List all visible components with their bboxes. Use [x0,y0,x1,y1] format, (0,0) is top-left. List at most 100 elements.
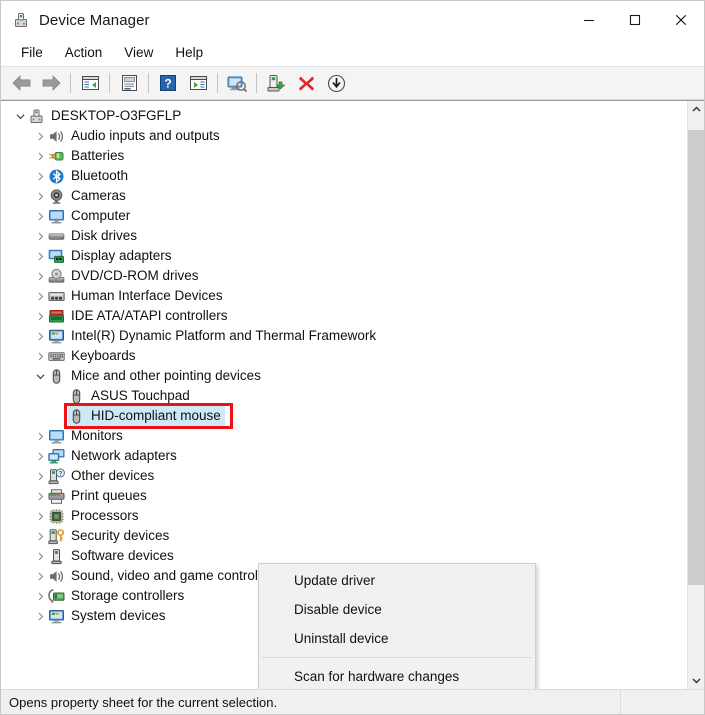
tree-item[interactable]: IDE ATA/ATAPI controllers [1,306,687,326]
chevron-right-icon[interactable] [32,606,48,626]
tree-item[interactable]: Disk drives [1,226,687,246]
tree-item-content[interactable]: Display adapters [48,246,176,266]
context-menu-item-disable-device[interactable]: Disable device [259,595,535,624]
tree-item[interactable]: Cameras [1,186,687,206]
tree-item[interactable]: DVD/CD-ROM drives [1,266,687,286]
context-menu-item-update-driver[interactable]: Update driver [259,566,535,595]
scan-for-hardware-changes-icon[interactable] [222,69,252,97]
properties-icon[interactable] [114,69,144,97]
scrollbar-thumb[interactable] [688,130,704,585]
tree-item-content[interactable]: Sound, video and game controllers [48,566,284,586]
disable-device-icon[interactable] [321,69,351,97]
chevron-right-icon[interactable] [32,266,48,286]
forward-icon[interactable] [36,69,66,97]
tree-item-content[interactable]: Mice and other pointing devices [48,366,265,386]
tree-item-content[interactable]: Monitors [48,426,127,446]
tree-item[interactable]: Intel(R) Dynamic Platform and Thermal Fr… [1,326,687,346]
tree-root-item[interactable]: DESKTOP-O3FGFLP [1,106,687,126]
menu-item-file[interactable]: File [10,41,54,64]
tree-item-content[interactable]: DVD/CD-ROM drives [48,266,203,286]
tree-item-content[interactable]: Human Interface Devices [48,286,227,306]
tree-item[interactable]: Print queues [1,486,687,506]
chevron-right-icon[interactable] [32,226,48,246]
tree-item[interactable]: ASUS Touchpad [1,386,687,406]
chevron-right-icon[interactable] [32,526,48,546]
chevron-right-icon[interactable] [32,306,48,326]
chevron-right-icon[interactable] [32,326,48,346]
tree-item-content[interactable]: Print queues [48,486,151,506]
chevron-right-icon[interactable] [32,146,48,166]
tree-item[interactable]: Display adapters [1,246,687,266]
chevron-up-icon[interactable] [688,101,704,118]
tree-item-content[interactable]: Computer [48,206,134,226]
tree-item-content[interactable]: ? Other devices [48,466,158,486]
tree-item[interactable]: Monitors [1,426,687,446]
chevron-right-icon[interactable] [32,486,48,506]
chevron-right-icon[interactable] [32,446,48,466]
update-driver-icon[interactable] [261,69,291,97]
tree-item-content[interactable]: IDE ATA/ATAPI controllers [48,306,232,326]
chevron-down-icon[interactable] [32,366,48,386]
tree-item[interactable]: Batteries [1,146,687,166]
uninstall-device-icon[interactable] [291,69,321,97]
tree-item[interactable]: Bluetooth [1,166,687,186]
tree-item[interactable]: ? Other devices [1,466,687,486]
maximize-icon[interactable] [612,1,658,39]
tree-item-label: Sound, video and game controllers [71,568,280,583]
tree-item-content[interactable]: Bluetooth [48,166,132,186]
tree-item-content[interactable]: Security devices [48,526,173,546]
tree-item-content[interactable]: Keyboards [48,346,140,366]
menu-item-action[interactable]: Action [54,41,114,64]
chevron-right-icon[interactable] [32,346,48,366]
tree-item-content[interactable]: System devices [48,606,170,626]
close-icon[interactable] [658,1,704,39]
tree-item[interactable]: Human Interface Devices [1,286,687,306]
tree-item[interactable]: Computer [1,206,687,226]
tree-item-content[interactable]: Disk drives [48,226,141,246]
chevron-down-icon[interactable] [12,106,28,126]
tree-item[interactable]: Network adapters [1,446,687,466]
chevron-right-icon[interactable] [32,546,48,566]
tree-item[interactable]: Mice and other pointing devices [1,366,687,386]
menu-item-help[interactable]: Help [164,41,214,64]
chevron-right-icon[interactable] [32,126,48,146]
minimize-icon[interactable] [566,1,612,39]
chevron-right-icon[interactable] [32,186,48,206]
tree-item-content[interactable]: Audio inputs and outputs [48,126,224,146]
tree-item-content[interactable]: Batteries [48,146,128,166]
tree-item-content[interactable]: Storage controllers [48,586,188,606]
chevron-right-icon[interactable] [32,426,48,446]
tree-item[interactable]: Audio inputs and outputs [1,126,687,146]
chevron-right-icon[interactable] [32,566,48,586]
tree-item[interactable]: Security devices [1,526,687,546]
menu-item-view[interactable]: View [113,41,164,64]
show-hide-console-tree-icon[interactable] [75,69,105,97]
chevron-right-icon[interactable] [32,506,48,526]
vertical-scrollbar[interactable] [687,101,704,689]
help-icon[interactable]: ? [153,69,183,97]
chevron-right-icon[interactable] [32,286,48,306]
tree-item-content[interactable]: HID-compliant mouse [68,406,225,426]
tree-item-content[interactable]: DESKTOP-O3FGFLP [28,106,185,126]
tree-item-content[interactable]: Cameras [48,186,130,206]
chevron-right-icon[interactable] [32,586,48,606]
context-menu[interactable]: Update driver Disable device Uninstall dev… [258,563,536,689]
context-menu-item-scan-for-hardware-changes[interactable]: Scan for hardware changes [259,662,535,689]
tree-item[interactable]: Processors [1,506,687,526]
tree-item-content[interactable]: Software devices [48,546,178,566]
chevron-right-icon[interactable] [32,466,48,486]
show-hide-action-pane-icon[interactable] [183,69,213,97]
chevron-right-icon[interactable] [32,246,48,266]
context-menu-item-uninstall-device[interactable]: Uninstall device [259,624,535,653]
tree-item-content[interactable]: Processors [48,506,143,526]
tree-item[interactable]: Keyboards [1,346,687,366]
back-icon[interactable] [6,69,36,97]
tree-item-content[interactable]: Intel(R) Dynamic Platform and Thermal Fr… [48,326,380,346]
chevron-right-icon[interactable] [32,206,48,226]
chevron-down-icon[interactable] [688,672,704,689]
chevron-right-icon[interactable] [32,166,48,186]
tree-item[interactable]: HID-compliant mouse [1,406,687,426]
scrollbar-track[interactable] [688,118,704,672]
tree-item-content[interactable]: ASUS Touchpad [68,386,194,406]
tree-item-content[interactable]: Network adapters [48,446,181,466]
